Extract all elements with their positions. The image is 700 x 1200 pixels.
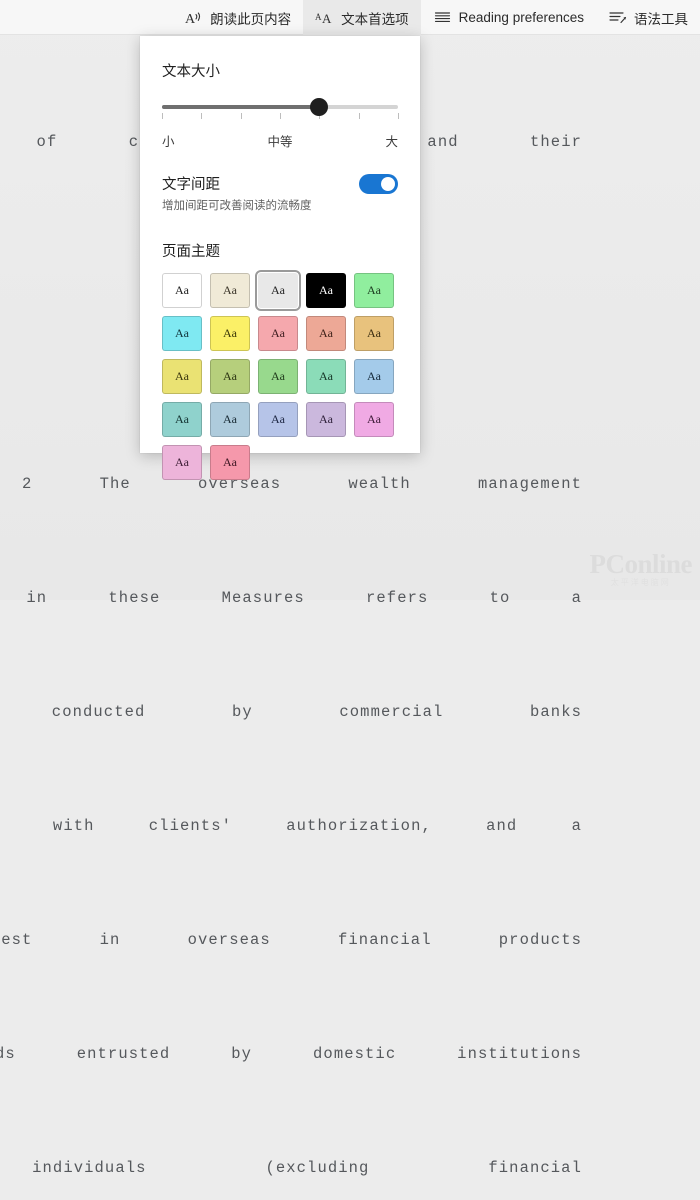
theme-swatch-label: Aa — [175, 412, 189, 426]
slider-label-small: 小 — [162, 135, 175, 149]
page-theme-section: 页面主题 Aa Aa Aa Aa Aa Aa Aa Aa Aa Aa Aa Aa Aa Aa Aa Aa Aa A… — [162, 240, 398, 480]
doc-line: business in these Measures refers to a — [0, 589, 582, 607]
theme-swatch-sky-blue[interactable]: Aa — [354, 359, 394, 394]
theme-swatch-lavender[interactable]: Aa — [306, 402, 346, 437]
doc-line: of funds entrusted by domestic instituti… — [0, 1045, 582, 1063]
theme-swatch-label: Aa — [175, 455, 189, 469]
theme-swatch-label: Aa — [319, 326, 333, 340]
theme-swatch-black[interactable]: Aa — [306, 273, 346, 308]
text-spacing-title: 文字间距 — [162, 177, 220, 193]
theme-swatch-seafoam[interactable]: Aa — [306, 359, 346, 394]
theme-swatch-sepia[interactable]: Aa — [210, 273, 250, 308]
reading-preferences-icon — [433, 8, 452, 27]
theme-swatch-label: Aa — [223, 455, 237, 469]
theme-swatch-label: Aa — [271, 283, 285, 297]
doc-line: to invest in overseas financial products — [0, 931, 582, 949]
svg-text:A: A — [322, 11, 332, 26]
text-preferences-icon: A A — [315, 8, 334, 27]
slider-tick — [201, 113, 203, 119]
theme-swatch-mint-green[interactable]: Aa — [354, 273, 394, 308]
slider-fill — [162, 105, 320, 109]
theme-swatch-label: Aa — [319, 412, 333, 426]
theme-swatch-white[interactable]: Aa — [162, 273, 202, 308]
theme-swatch-label: Aa — [367, 369, 381, 383]
theme-swatch-pink[interactable]: Aa — [258, 316, 298, 351]
slider-tick — [398, 113, 399, 119]
read-aloud-icon: A — [184, 8, 203, 27]
theme-swatch-label: Aa — [223, 412, 237, 426]
toolbar-item-label: 文本首选项 — [341, 11, 409, 27]
text-spacing-section: 文字间距 增加间距可改善阅读的流畅度 — [162, 173, 398, 214]
text-spacing-description: 增加间距可改善阅读的流畅度 — [162, 200, 312, 212]
watermark-main: PConline — [589, 549, 692, 579]
doc-line: and individuals (excluding financial — [0, 1159, 582, 1177]
theme-swatch-label: Aa — [175, 369, 189, 383]
page-theme-grid: Aa Aa Aa Aa Aa Aa Aa Aa Aa Aa Aa Aa Aa Aa Aa Aa Aa Aa Aa Aa… — [162, 270, 398, 480]
theme-swatch-light-green[interactable]: Aa — [258, 359, 298, 394]
slider-tick — [280, 113, 281, 119]
slider-tick — [240, 113, 242, 119]
page-theme-title: 页面主题 — [162, 244, 220, 260]
text-size-section: 文本大小 小 中等 大 — [162, 36, 399, 149]
theme-swatch-label: Aa — [271, 326, 285, 340]
text-size-slider[interactable] — [162, 98, 399, 129]
toolbar-item-label: Reading preferences — [458, 10, 584, 25]
text-preferences-panel: 文本大小 小 中等 大 文字间距 增加间距可改善阅读的流畅度 页面主题 Aa Aa… — [140, 36, 420, 480]
toolbar-item-label: 朗读此页内容 — [210, 11, 292, 27]
theme-swatch-cyan[interactable]: Aa — [162, 316, 202, 351]
theme-swatch-label: Aa — [367, 326, 381, 340]
theme-swatch-label: Aa — [175, 326, 189, 340]
text-spacing-toggle[interactable] — [359, 174, 398, 194]
theme-swatch-light-pink[interactable]: Aa — [162, 445, 202, 480]
slider-label-large: 大 — [385, 135, 398, 149]
theme-swatch-yellow[interactable]: Aa — [210, 316, 250, 351]
grammar-tools-icon — [608, 8, 627, 27]
svg-text:A: A — [185, 12, 196, 27]
theme-swatch-label: Aa — [271, 412, 285, 426]
toolbar-item-grammar-tools[interactable]: 语法工具 — [596, 0, 700, 35]
slider-tick — [162, 113, 163, 119]
theme-swatch-olive[interactable]: Aa — [210, 359, 250, 394]
theme-swatch-rose[interactable]: Aa — [210, 445, 250, 480]
doc-line: business conducted by commercial banks — [0, 703, 582, 721]
theme-swatch-label: Aa — [367, 412, 381, 426]
immersive-reader-toolbar: A 朗读此页内容 A A 文本首选项 Reading preferences 语… — [0, 0, 700, 35]
theme-swatch-teal[interactable]: Aa — [162, 402, 202, 437]
watermark: PConline 太平洋电脑网 — [589, 551, 692, 588]
theme-swatch-label: Aa — [367, 283, 381, 297]
text-spacing-header: 文字间距 — [162, 173, 398, 194]
toolbar-item-reading-preferences[interactable]: Reading preferences — [421, 0, 596, 35]
theme-swatch-steel-blue[interactable]: Aa — [210, 402, 250, 437]
toggle-knob — [381, 177, 395, 191]
theme-swatch-magenta[interactable]: Aa — [354, 402, 394, 437]
theme-swatch-label: Aa — [319, 369, 333, 383]
svg-text:A: A — [315, 12, 322, 22]
slider-tick — [358, 113, 360, 119]
theme-swatch-label: Aa — [319, 283, 333, 297]
theme-swatch-label: Aa — [223, 283, 237, 297]
toolbar-item-read-aloud[interactable]: A 朗读此页内容 — [172, 0, 303, 35]
doc-line: in line with clients' authorization, and… — [0, 817, 582, 835]
slider-ticks — [162, 113, 399, 120]
theme-swatch-label: Aa — [175, 283, 189, 297]
theme-swatch-periwinkle[interactable]: Aa — [258, 402, 298, 437]
theme-swatch-label: Aa — [223, 369, 237, 383]
toolbar-item-label: 语法工具 — [634, 11, 688, 27]
theme-swatch-salmon[interactable]: Aa — [306, 316, 346, 351]
slider-label-medium: 中等 — [267, 135, 293, 149]
toolbar-item-text-preferences[interactable]: A A 文本首选项 — [303, 0, 421, 35]
theme-swatch-lemon-lime[interactable]: Aa — [162, 359, 202, 394]
theme-swatch-grey[interactable]: Aa — [255, 270, 301, 311]
slider-labels: 小 中等 大 — [162, 131, 398, 149]
theme-swatch-tan[interactable]: Aa — [354, 316, 394, 351]
text-size-title: 文本大小 — [162, 64, 220, 80]
theme-swatch-label: Aa — [271, 369, 285, 383]
theme-swatch-label: Aa — [223, 326, 237, 340]
